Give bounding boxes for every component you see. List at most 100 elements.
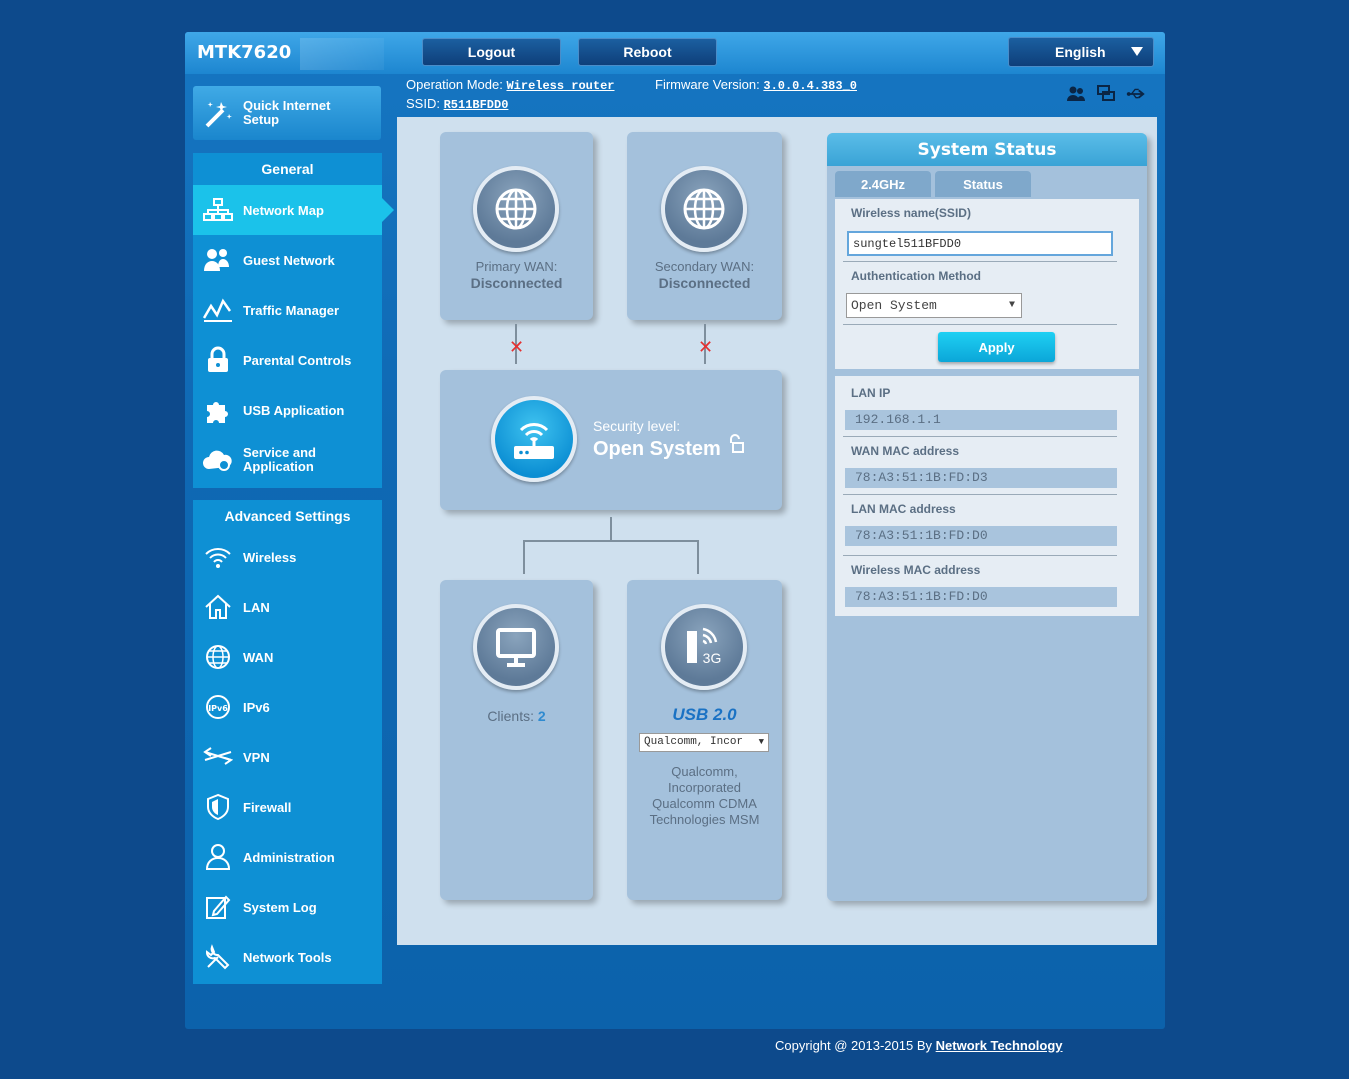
usb-device-value: Qualcomm, Incor [644, 736, 744, 748]
lan-ip-value: 192.168.1.1 [845, 410, 1117, 430]
copyright-text: Copyright @ 2013-2015 By [775, 1038, 933, 1053]
primary-wan-card[interactable]: Primary WAN: Disconnected [440, 132, 593, 320]
sidebar-item-firewall[interactable]: Firewall [193, 782, 382, 832]
wireless-settings-panel: Wireless name(SSID) Authentication Metho… [835, 199, 1139, 369]
router-card[interactable]: Security level: Open System [440, 370, 782, 510]
shield-icon [193, 793, 243, 821]
sidebar-item-label: Network Map [243, 202, 324, 218]
globe-icon [193, 643, 243, 671]
footer: Copyright @ 2013-2015 By Network Technol… [775, 1038, 1063, 1053]
vpn-icon [193, 744, 243, 770]
sidebar-item-label: WAN [243, 649, 274, 665]
op-mode-link[interactable]: Wireless router [506, 79, 614, 93]
usb-status-icon[interactable] [1126, 84, 1146, 104]
secondary-wan-label: Secondary WAN: [654, 259, 755, 274]
apply-button[interactable]: Apply [938, 332, 1055, 362]
log-icon [193, 893, 243, 921]
sidebar-item-label: Parental Controls [243, 352, 352, 368]
security-level-label: Security level: [593, 418, 681, 434]
globe-icon [661, 166, 747, 252]
ipv6-icon: IPv6 [193, 693, 243, 721]
firmware-link[interactable]: 3.0.0.4.383_0 [763, 79, 857, 93]
ssid-label: SSID: [406, 96, 440, 111]
usb-3g-icon: 3G [661, 604, 747, 690]
quick-internet-setup[interactable]: Quick Internet Setup [193, 86, 381, 140]
firmware-label: Firmware Version: [655, 77, 760, 92]
usb-badge: 3G [703, 650, 722, 666]
sidebar-item-ipv6[interactable]: IPv6 IPv6 [193, 682, 382, 732]
clients-count[interactable]: 2 [538, 708, 546, 724]
reboot-button[interactable]: Reboot [578, 38, 717, 66]
divider [843, 494, 1117, 495]
sidebar-item-label: IPv6 [243, 699, 270, 715]
sidebar-item-lan[interactable]: LAN [193, 582, 382, 632]
sidebar-item-label: Guest Network [243, 252, 335, 268]
usb-desc-line1: Qualcomm, [671, 764, 738, 779]
tab-status[interactable]: Status [935, 171, 1031, 197]
status-icons [1066, 84, 1146, 104]
usb-desc-line3: Qualcomm CDMA [652, 796, 757, 811]
sidebar-item-service-application[interactable]: Service and Application [193, 435, 382, 485]
usb-device-select[interactable]: Qualcomm, Incor ▼ [639, 733, 769, 752]
connector-line [697, 540, 699, 574]
sidebar-item-label: Firewall [243, 799, 292, 815]
usb-card[interactable]: 3G USB 2.0 Qualcomm, Incor ▼ Qualcomm, I… [627, 580, 782, 900]
sidebar-item-traffic-manager[interactable]: Traffic Manager [193, 285, 382, 335]
firmware-version: Firmware Version: 3.0.0.4.383_0 [655, 77, 857, 93]
lan-ip-label: LAN IP [851, 386, 891, 400]
secondary-wan-card[interactable]: Secondary WAN: Disconnected [627, 132, 782, 320]
advanced-panel: Advanced Settings Wireless LAN WAN IPv6 … [193, 500, 382, 984]
sidebar-item-wireless[interactable]: Wireless [193, 532, 382, 582]
puzzle-icon [193, 396, 243, 424]
connector-line [610, 517, 612, 542]
connector-line [523, 540, 525, 574]
sidebar-item-network-tools[interactable]: Network Tools [193, 932, 382, 982]
magic-wand-icon [193, 96, 243, 130]
network-status-icon[interactable] [1096, 84, 1116, 104]
wan-mac-label: WAN MAC address [851, 444, 960, 458]
clients-icon[interactable] [1066, 84, 1086, 104]
sidebar-item-network-map[interactable]: Network Map [193, 185, 394, 235]
router-icon [491, 396, 577, 482]
svg-text:IPv6: IPv6 [208, 704, 228, 713]
auth-method-select[interactable]: Open System ▼ [846, 293, 1022, 318]
sidebar-item-usb-application[interactable]: USB Application [193, 385, 382, 435]
language-select[interactable]: English [1008, 37, 1154, 67]
system-status-title: System Status [827, 133, 1147, 166]
ssid-link[interactable]: R511BFDD0 [444, 98, 509, 112]
sidebar-item-label: System Log [243, 899, 317, 915]
usb-desc-line4: Technologies MSM [649, 812, 760, 827]
sidebar-item-label: Administration [243, 849, 335, 865]
system-status-panel: System Status 2.4GHz Status Wireless nam… [827, 133, 1147, 901]
operation-mode: Operation Mode: Wireless router [406, 77, 615, 93]
usb-title: USB 2.0 [672, 705, 737, 724]
home-icon [193, 593, 243, 621]
sidebar-item-system-log[interactable]: System Log [193, 882, 382, 932]
sidebar-item-wan[interactable]: WAN [193, 632, 382, 682]
advanced-title: Advanced Settings [224, 508, 351, 524]
sidebar-item-administration[interactable]: Administration [193, 832, 382, 882]
wireless-mac-label: Wireless MAC address [851, 563, 981, 577]
logout-button[interactable]: Logout [422, 38, 561, 66]
primary-wan-status: Disconnected [470, 275, 563, 291]
divider [843, 555, 1117, 556]
divider [843, 261, 1117, 262]
globe-icon [473, 166, 559, 252]
sidebar-item-vpn[interactable]: VPN [193, 732, 382, 782]
general-panel: General Network Map Guest Network Traffi… [193, 153, 394, 488]
sidebar-item-label: Network Tools [243, 949, 332, 965]
unlocked-icon [727, 434, 745, 459]
wireless-mac-value: 78:A3:51:1B:FD:D0 [845, 587, 1117, 607]
ssid-input[interactable] [847, 231, 1113, 256]
disconnected-x-icon: ✕ [509, 337, 525, 357]
clients-card[interactable]: Clients: 2 [440, 580, 593, 900]
general-title: General [261, 161, 314, 177]
sidebar-item-guest-network[interactable]: Guest Network [193, 235, 382, 285]
tab-2-4ghz[interactable]: 2.4GHz [835, 171, 931, 197]
chevron-down-icon: ▼ [758, 737, 764, 747]
sidebar-item-label: LAN [243, 599, 270, 615]
sidebar-item-parental-controls[interactable]: Parental Controls [193, 335, 382, 385]
footer-link[interactable]: Network Technology [936, 1038, 1063, 1053]
security-level-value: Open System [593, 438, 721, 460]
quick-setup-label: Quick Internet Setup [243, 98, 331, 127]
